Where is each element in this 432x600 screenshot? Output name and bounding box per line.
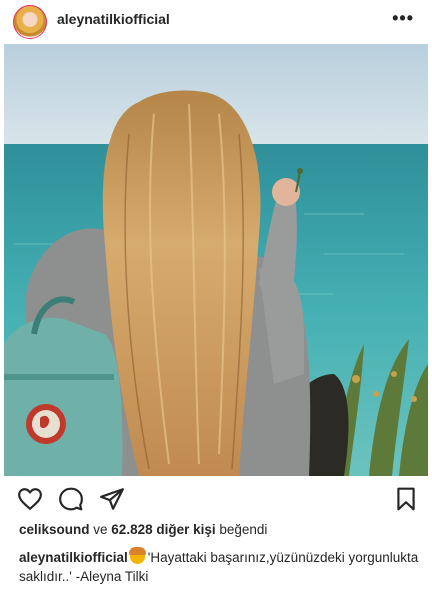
post-header: aleynatilkiofficial ••• (0, 0, 432, 44)
person-with-blond-hair-emoji-icon (128, 547, 146, 564)
avatar[interactable] (13, 5, 47, 39)
likes-count[interactable]: 62.828 diğer kişi (111, 522, 215, 537)
post-caption: aleynatilkiofficial 'Hayattaki başarınız,… (19, 547, 419, 586)
likes-suffix: beğendi (215, 522, 268, 537)
more-options-icon[interactable]: ••• (392, 8, 414, 29)
action-bar (0, 476, 432, 522)
comment-icon[interactable] (58, 486, 84, 512)
heart-icon[interactable] (17, 486, 43, 512)
first-liker-username[interactable]: celiksound (19, 522, 90, 537)
post-image (4, 44, 428, 476)
likes-connector: ve (89, 522, 112, 537)
caption-username[interactable]: aleynatilkiofficial (19, 550, 128, 565)
post-username[interactable]: aleynatilkiofficial (57, 11, 170, 27)
likes-line: celiksound ve 62.828 diğer kişi beğendi (19, 522, 267, 537)
paper-plane-icon[interactable] (99, 486, 125, 512)
post-photo[interactable] (4, 44, 428, 476)
bookmark-icon[interactable] (393, 486, 419, 512)
